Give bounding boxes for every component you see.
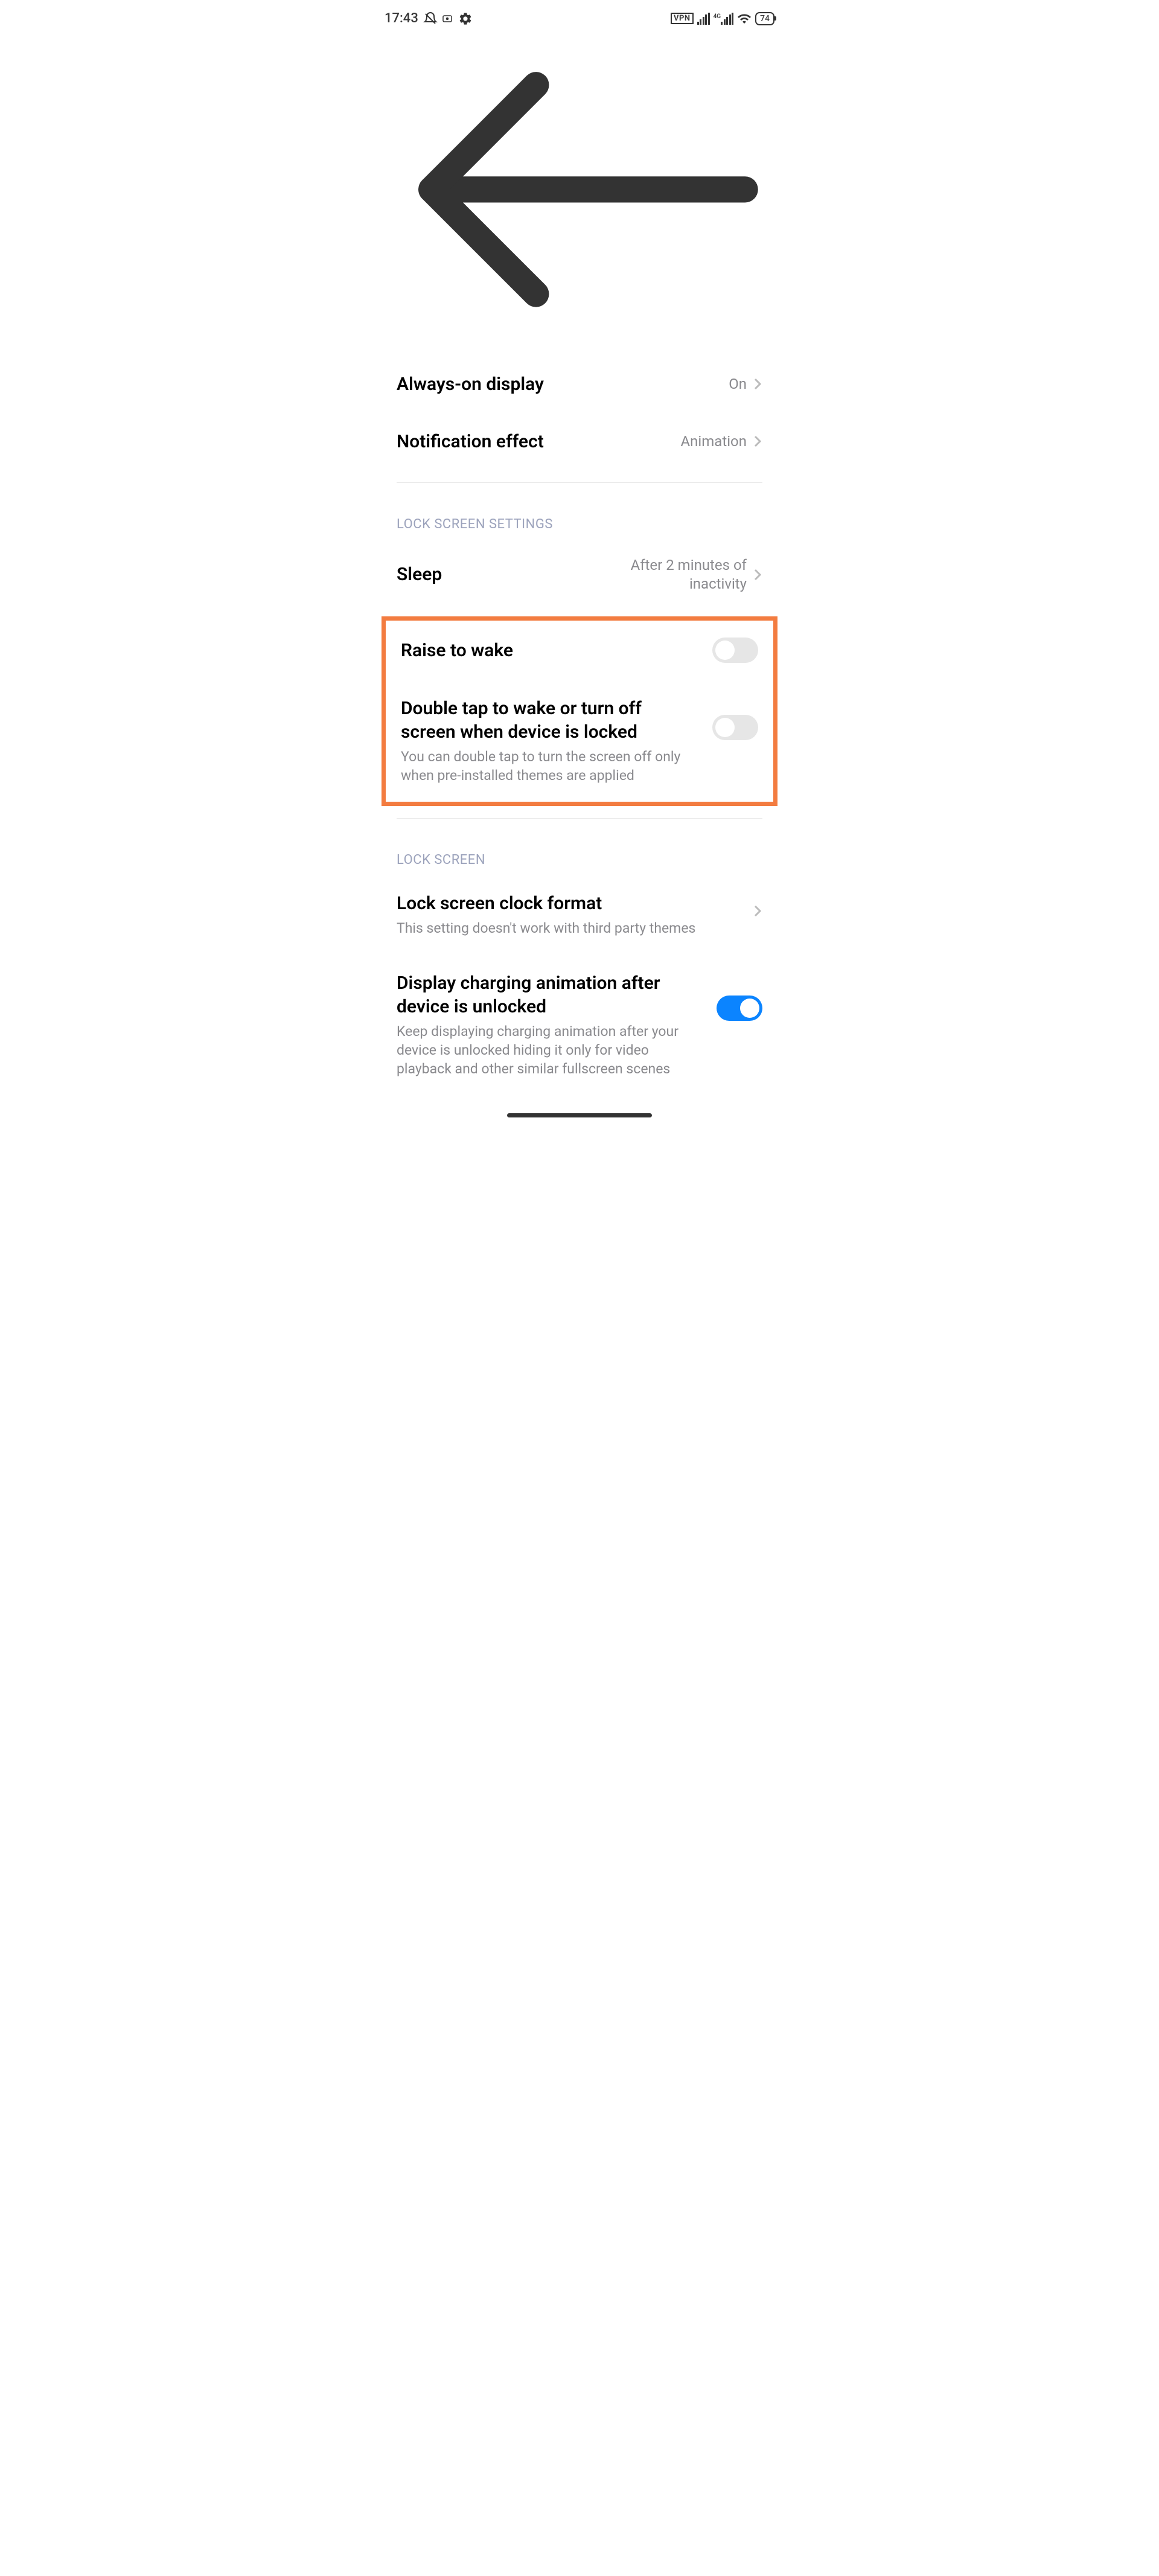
battery-box-icon (442, 14, 453, 23)
row-title: Sleep (397, 563, 578, 586)
status-bar: 17:43 VPN 4G (366, 0, 793, 32)
toggle-knob (715, 641, 735, 660)
chevron-right-icon (753, 377, 762, 391)
section-lock-screen: LOCK SCREEN (366, 819, 793, 875)
toggle-raise-to-wake[interactable] (712, 638, 758, 663)
dnd-icon (423, 11, 438, 26)
row-raise-to-wake[interactable]: Raise to wake (386, 621, 773, 680)
chevron-right-icon (753, 904, 762, 918)
settings-list: Always-on display On Notification effect… (366, 356, 793, 1096)
row-sub: Keep displaying charging animation after… (397, 1022, 704, 1078)
row-charging-animation[interactable]: Display charging animation after device … (366, 954, 793, 1095)
row-value: After 2 minutes of inactivity (590, 556, 747, 593)
gear-icon (458, 11, 473, 26)
wifi-icon (737, 11, 752, 26)
back-arrow-icon[interactable] (397, 320, 762, 331)
row-double-tap-wake[interactable]: Double tap to wake or turn off screen wh… (386, 680, 773, 802)
row-sub: You can double tap to turn the screen of… (401, 747, 700, 785)
toggle-charging-animation[interactable] (717, 996, 762, 1021)
row-title: Lock screen clock format (397, 892, 741, 915)
chevron-right-icon (753, 434, 762, 449)
signal-2-wrap: 4G (714, 13, 734, 25)
row-value: Animation (681, 432, 747, 451)
highlight-box: Raise to wake Double tap to wake or turn… (382, 616, 777, 806)
row-sleep[interactable]: Sleep After 2 minutes of inactivity (366, 539, 793, 610)
toggle-knob (740, 999, 759, 1018)
toggle-knob (715, 718, 735, 737)
status-time: 17:43 (385, 11, 418, 26)
header (366, 32, 793, 356)
row-value: On (729, 375, 747, 394)
status-right: VPN 4G 74 (671, 11, 774, 26)
network-label: 4G (714, 13, 721, 20)
row-always-on-display[interactable]: Always-on display On (366, 356, 793, 413)
row-clock-format[interactable]: Lock screen clock format This setting do… (366, 875, 793, 954)
row-title: Raise to wake (401, 639, 700, 662)
navigation-bar (366, 1095, 793, 1128)
status-left: 17:43 (385, 11, 473, 26)
row-notification-effect[interactable]: Notification effect Animation (366, 413, 793, 470)
battery-indicator: 74 (755, 12, 774, 25)
chevron-right-icon (753, 567, 762, 582)
row-title: Display charging animation after device … (397, 971, 704, 1018)
row-title: Always-on display (397, 372, 717, 396)
row-title: Double tap to wake or turn off screen wh… (401, 697, 700, 744)
toggle-double-tap-wake[interactable] (712, 715, 758, 740)
signal-1-icon (697, 13, 710, 25)
vpn-badge: VPN (671, 13, 694, 24)
row-sub: This setting doesn't work with third par… (397, 919, 741, 938)
row-title: Notification effect (397, 430, 669, 453)
home-handle[interactable] (507, 1113, 652, 1117)
section-lock-screen-settings: LOCK SCREEN SETTINGS (366, 483, 793, 539)
signal-2-icon (721, 13, 733, 25)
